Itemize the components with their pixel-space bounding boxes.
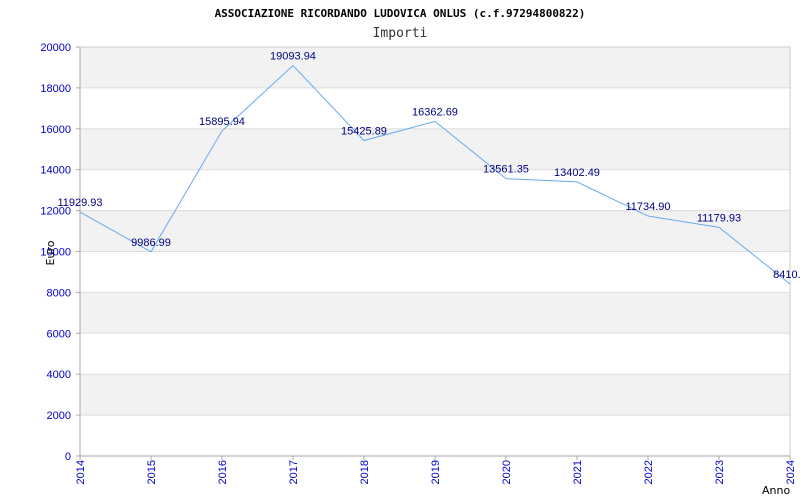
y-axis-label: Euro [44,240,57,265]
chart-subtitle: Importi [373,26,428,41]
x-tick-label: 2023 [714,460,726,484]
y-tick-label: 2000 [47,410,71,422]
data-label: 15425.89 [341,126,387,138]
y-tick-label: 16000 [40,124,71,136]
plot-band [80,47,790,88]
y-tick-label: 14000 [40,165,71,177]
x-axis-label: Anno [762,484,790,497]
data-label: 9986.99 [131,237,171,249]
x-tick-label: 2018 [359,460,371,484]
plot-band [80,333,790,375]
y-tick-label: 8000 [47,287,71,299]
plot-band [80,415,790,456]
x-tick-label: 2014 [75,460,87,484]
y-tick-label: 0 [65,451,71,463]
data-label: 11179.93 [697,212,741,224]
x-tick-label: 2022 [643,460,655,484]
plot-band [80,169,790,211]
y-tick-label: 6000 [47,328,71,340]
data-label: 13561.35 [483,164,529,176]
plot-band [80,251,790,293]
data-label: 11929.93 [57,197,102,209]
plot-band [80,210,790,252]
y-tick-label: 18000 [40,83,71,95]
data-label: 11734.90 [625,201,670,213]
y-tick-label: 4000 [47,369,71,381]
x-tick-label: 2021 [572,460,584,484]
plot-band [80,128,790,170]
data-label: 13402.49 [554,167,600,179]
x-tick-label: 2019 [430,460,442,484]
x-tick-label: 2016 [217,460,229,484]
x-tick-label: 2024 [785,460,797,484]
plot-band [80,374,790,416]
x-tick-label: 2015 [146,460,158,484]
x-tick-label: 2017 [288,460,300,484]
data-label: 16362.69 [412,106,458,118]
plot-band [80,292,790,334]
data-label: 15895.94 [199,116,245,128]
x-tick-label: 2020 [501,460,513,484]
data-label: 19093.94 [270,51,316,63]
chart-title: ASSOCIAZIONE RICORDANDO LUDOVICA ONLUS (… [215,7,586,20]
x-tick-labels: 2014 2015 2016 2017 2018 2019 2020 2021 2022 2023… [75,456,797,484]
line-chart: 0200040006000800010000120001400016000180… [40,7,800,497]
data-label: 8410.5 [773,269,800,281]
y-tick-label: 20000 [40,42,71,54]
